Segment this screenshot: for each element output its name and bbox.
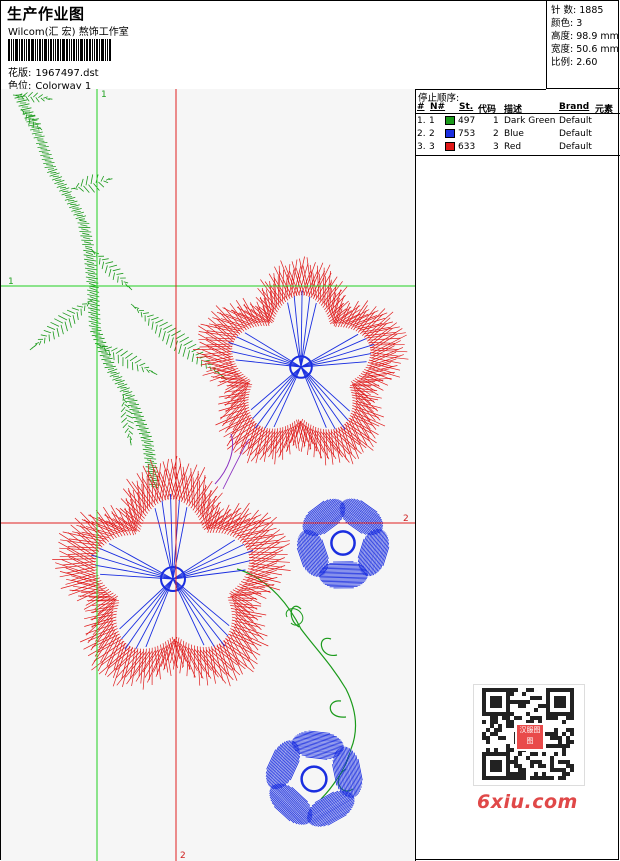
design-width: 宽度: 50.6 mm	[551, 44, 619, 55]
row-num: 1.	[417, 116, 426, 126]
qr-logo-badge: 汉服图图	[515, 723, 545, 751]
embroidery-canvas: 1 1 2 2	[1, 89, 416, 861]
stop-sequence-header: # N# St. 代码 描述 Brand 元素	[415, 101, 620, 115]
color-swatch-red	[445, 142, 455, 151]
color-swatch-green	[445, 116, 455, 125]
row-needle: 2	[429, 129, 435, 139]
barcode	[8, 39, 140, 61]
col-needle: N#	[430, 102, 446, 112]
guide-green-h-label: 1	[8, 277, 14, 287]
row-stitches: 753	[458, 129, 476, 139]
design-height: 高度: 98.9 mm	[551, 31, 619, 42]
col-stitches: St.	[459, 102, 474, 112]
row-brand: Default	[559, 129, 592, 139]
color-count: 颜色: 3	[551, 18, 583, 29]
table-row: 2. 2 753 2 Blue Default	[415, 128, 620, 141]
col-description: 描述	[504, 105, 523, 115]
table-row: 3. 3 633 3 Red Default	[415, 141, 620, 154]
row-brand: Default	[559, 142, 592, 152]
row-description: Dark Green	[504, 116, 556, 126]
row-num: 3.	[417, 142, 426, 152]
row-stitches: 633	[458, 142, 476, 152]
row-stitches: 497	[458, 116, 476, 126]
row-code: 2	[493, 129, 499, 139]
stitch-count: 针 数: 1885	[551, 5, 604, 16]
guide-green-v-label: 1	[101, 90, 107, 100]
embroidery-preview: 1 1 2 2	[1, 89, 415, 861]
col-num: #	[417, 102, 425, 112]
design-scale: 比例: 2.60	[551, 57, 598, 68]
row-description: Red	[504, 142, 522, 152]
row-needle: 3	[429, 142, 435, 152]
row-needle: 1	[429, 116, 435, 126]
color-swatch-blue	[445, 129, 455, 138]
header: 生产作业图 Wilcom(汇 宏) 熬饰工作室 花版: 1967497.dst 色…	[1, 1, 546, 92]
col-element: 元素	[595, 105, 614, 115]
row-num: 2.	[417, 129, 426, 139]
page-title: 生产作业图	[7, 5, 85, 23]
row-brand: Default	[559, 116, 592, 126]
guide-red-v-label: 2	[180, 851, 186, 861]
col-brand: Brand	[559, 102, 590, 112]
stats-box: 针 数: 1885 颜色: 3 高度: 98.9 mm 宽度: 50.6 mm …	[546, 1, 620, 89]
panel-divider	[415, 155, 620, 156]
production-worksheet: 生产作业图 Wilcom(汇 宏) 熬饰工作室 花版: 1967497.dst 色…	[0, 0, 620, 861]
guide-red-h-label: 2	[403, 514, 409, 524]
qr-code: 汉服图图	[473, 684, 585, 786]
studio-name: Wilcom(汇 宏) 熬饰工作室	[8, 27, 129, 38]
row-code: 3	[493, 142, 499, 152]
watermark-site: 6xiu.com	[477, 791, 578, 813]
col-code: 代码	[478, 105, 497, 115]
row-description: Blue	[504, 129, 524, 139]
table-row: 1. 1 497 1 Dark Green Default	[415, 115, 620, 128]
row-code: 1	[493, 116, 499, 126]
